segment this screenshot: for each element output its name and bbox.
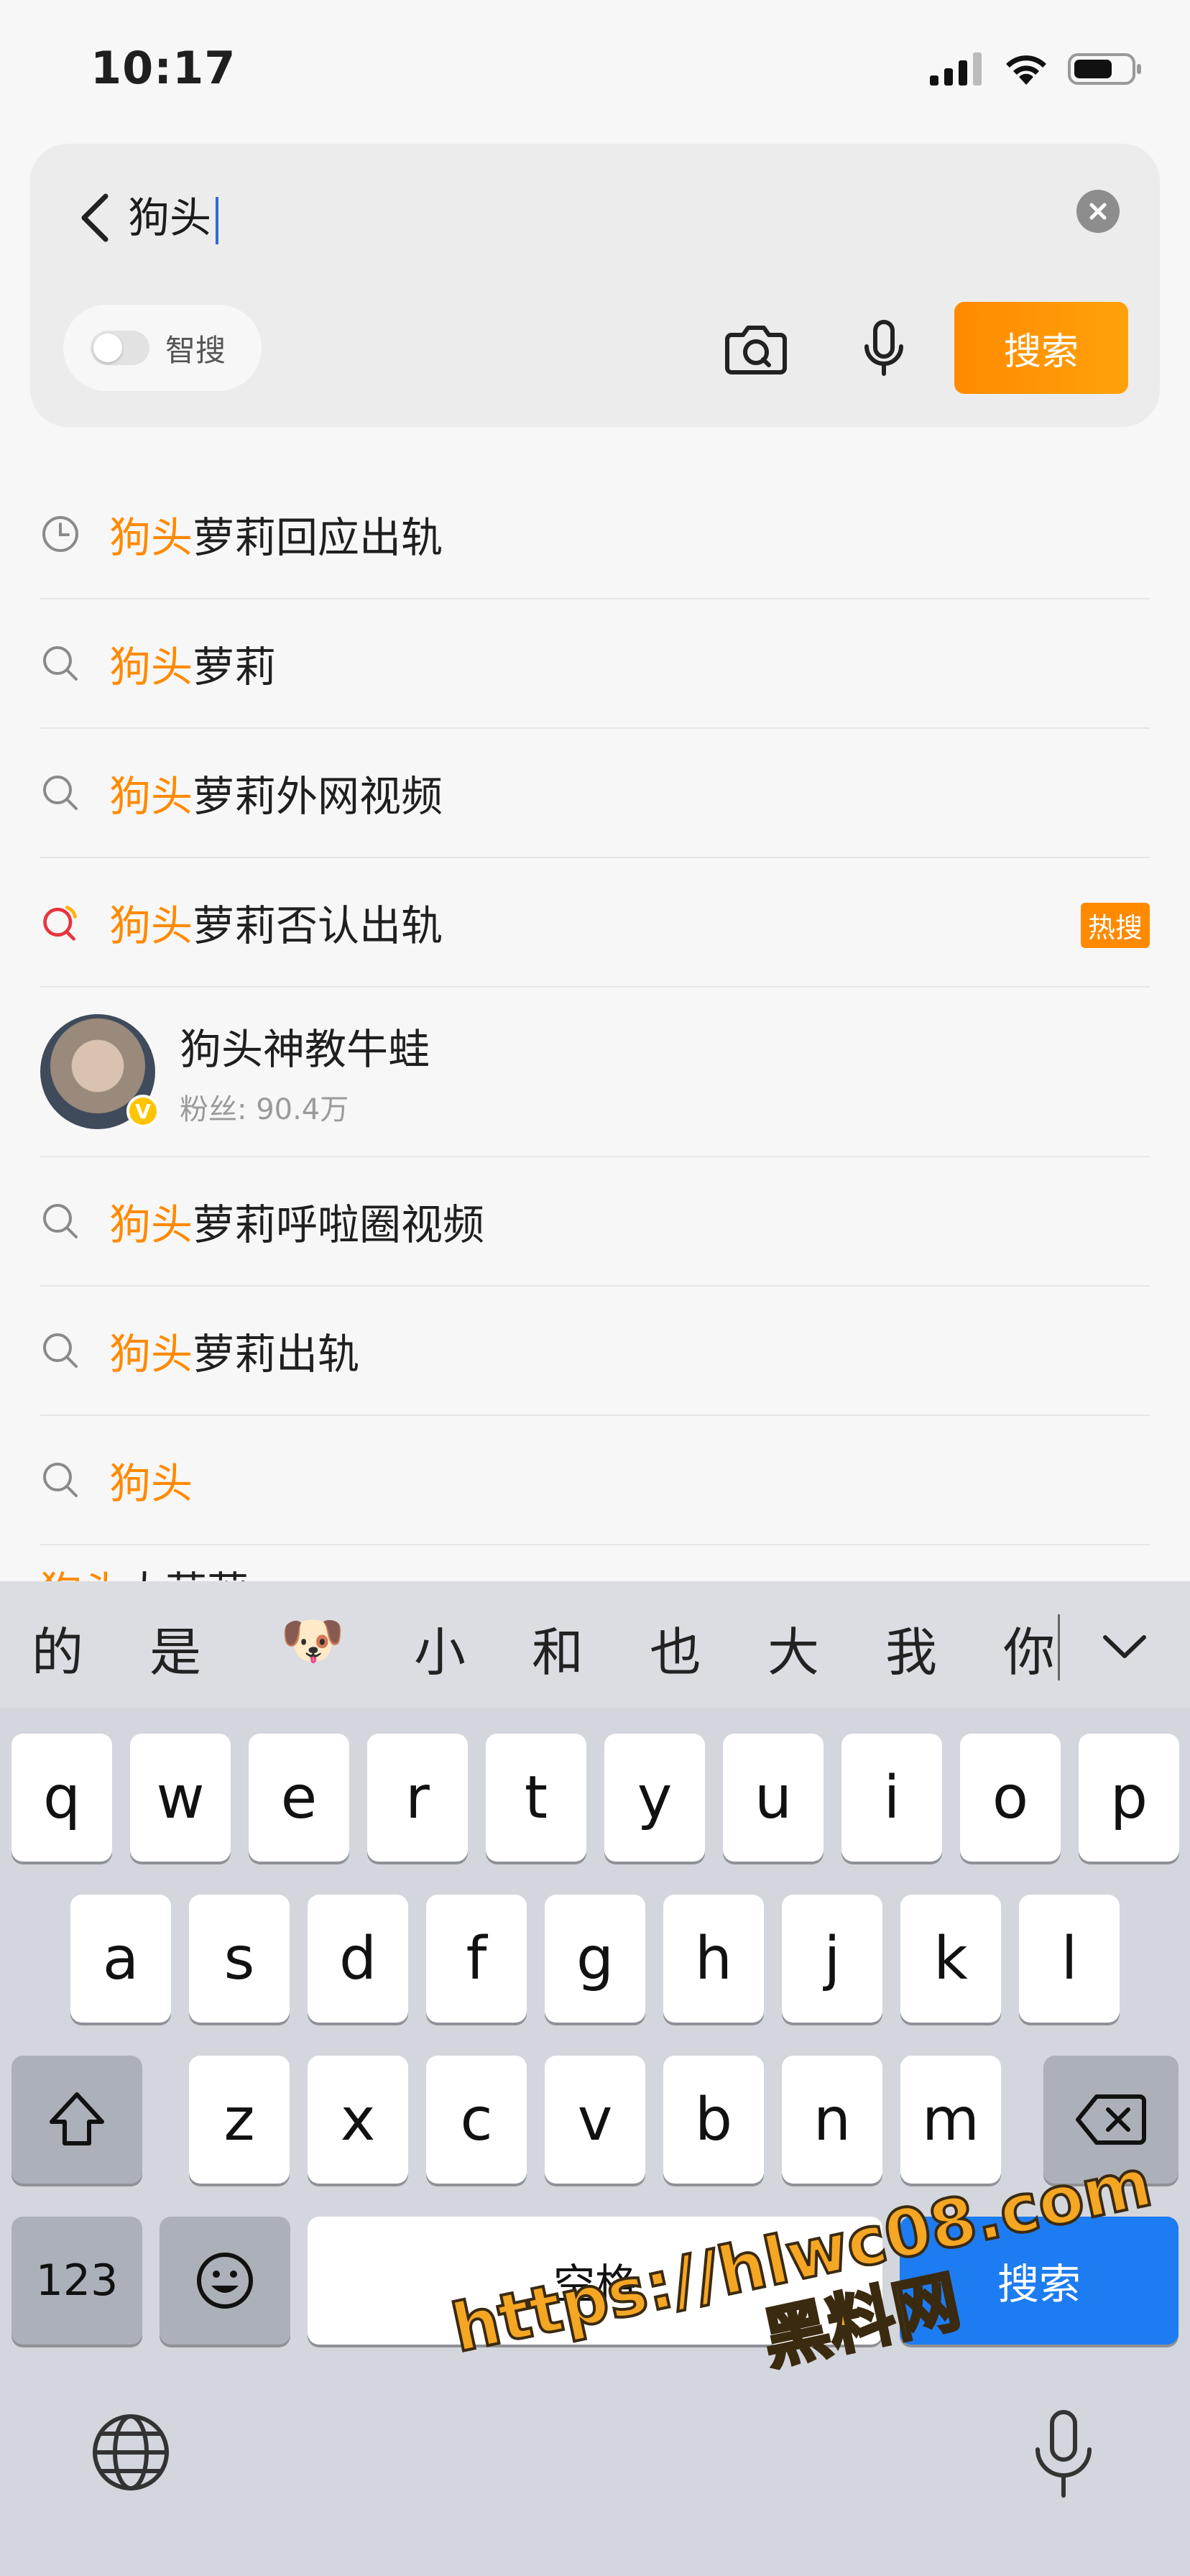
cellular-signal-icon <box>930 52 982 86</box>
smart-search-label: 智搜 <box>165 332 226 368</box>
search-query-text: 狗头 <box>128 193 212 242</box>
candidate-word[interactable]: 我 <box>885 1610 937 1685</box>
hot-badge: 热搜 <box>1080 903 1150 948</box>
camera-search-icon[interactable] <box>721 313 790 382</box>
backspace-icon <box>1076 2094 1146 2145</box>
candidate-emoji-dog[interactable]: 🐶 <box>280 1610 345 1671</box>
key-p[interactable]: p <box>1079 1734 1179 1862</box>
key-c[interactable]: c <box>426 2056 527 2184</box>
key-g[interactable]: g <box>545 1895 645 2023</box>
key-v[interactable]: v <box>545 2056 645 2184</box>
candidate-word[interactable]: 是 <box>149 1610 201 1685</box>
emoji-smiley-icon <box>197 2253 253 2309</box>
toggle-switch[interactable] <box>91 331 149 365</box>
key-i[interactable]: i <box>841 1734 942 1862</box>
hot-search-icon <box>40 902 80 942</box>
search-icon <box>40 643 80 684</box>
search-icon <box>40 1330 80 1371</box>
suggestion-text: 狗头萝莉出轨 <box>109 1330 360 1379</box>
user-suggestion-row[interactable]: V 狗头神教牛蛙 粉丝: 90.4万 <box>40 988 1150 1157</box>
clear-input-icon[interactable] <box>1076 190 1120 233</box>
user-info: 狗头神教牛蛙 粉丝: 90.4万 <box>180 1016 430 1128</box>
key-d[interactable]: d <box>308 1895 408 2023</box>
back-arrow-icon[interactable] <box>62 185 126 250</box>
key-o[interactable]: o <box>960 1734 1061 1862</box>
text-caret <box>216 196 219 244</box>
suggestion-row[interactable]: 狗头萝莉 <box>40 599 1150 729</box>
key-j[interactable]: j <box>782 1895 882 2023</box>
suggestion-text: 狗头萝莉否认出轨 <box>109 901 443 950</box>
shift-key[interactable] <box>11 2056 142 2184</box>
candidate-word[interactable]: 小 <box>414 1610 466 1685</box>
suggestion-row-hot[interactable]: 狗头萝莉否认出轨 热搜 <box>40 858 1150 988</box>
key-x[interactable]: x <box>308 2056 408 2184</box>
user-fans-count: 粉丝: 90.4万 <box>180 1093 349 1126</box>
smart-search-toggle[interactable]: 智搜 <box>63 305 262 391</box>
avatar: V <box>40 1014 160 1129</box>
key-k[interactable]: k <box>900 1895 1001 2023</box>
suggestion-list: 狗头萝莉回应出轨 狗头萝莉 狗头萝莉外网视频 狗头萝莉否认出轨 热搜 V 狗头神… <box>40 470 1150 1545</box>
suggestion-row[interactable]: 狗头萝莉回应出轨 <box>40 470 1150 599</box>
key-f[interactable]: f <box>426 1895 527 2023</box>
suggestion-row[interactable]: 狗头萝莉出轨 <box>40 1287 1150 1416</box>
key-t[interactable]: t <box>486 1734 586 1862</box>
candidate-word[interactable]: 你 <box>1003 1610 1055 1685</box>
candidate-word[interactable]: 也 <box>650 1610 701 1685</box>
history-clock-icon <box>40 514 80 554</box>
key-h[interactable]: h <box>663 1895 764 2023</box>
key-q[interactable]: q <box>11 1734 112 1862</box>
search-icon <box>40 1460 80 1500</box>
suggestion-row[interactable]: 狗头 <box>40 1416 1150 1545</box>
user-name: 狗头神教牛蛙 <box>180 1025 430 1074</box>
key-l[interactable]: l <box>1019 1895 1120 2023</box>
globe-icon[interactable] <box>89 2411 172 2494</box>
key-w[interactable]: w <box>130 1734 231 1862</box>
search-button[interactable]: 搜索 <box>954 302 1128 394</box>
toggle-knob <box>93 334 122 362</box>
emoji-key[interactable] <box>160 2217 290 2345</box>
key-e[interactable]: e <box>249 1734 349 1862</box>
suggestion-text: 狗头萝莉呼啦圈视频 <box>109 1200 485 1249</box>
key-b[interactable]: b <box>663 2056 764 2184</box>
battery-icon <box>1068 53 1141 85</box>
key-m[interactable]: m <box>900 2056 1001 2184</box>
key-a[interactable]: a <box>70 1895 171 2023</box>
key-s[interactable]: s <box>189 1895 290 2023</box>
suggestion-text: 狗头 <box>109 1459 193 1508</box>
search-input[interactable]: 狗头 <box>128 185 219 250</box>
voice-search-icon[interactable] <box>849 313 918 382</box>
status-time: 10:17 <box>91 42 236 94</box>
key-y[interactable]: y <box>604 1734 705 1862</box>
suggestion-text: 狗头萝莉外网视频 <box>109 772 443 821</box>
candidate-word[interactable]: 大 <box>767 1610 819 1685</box>
keyboard: 的 是 🐶 小 和 也 大 我 你 q w e r t y u i o p a … <box>0 1581 1190 2576</box>
key-u[interactable]: u <box>723 1734 824 1862</box>
key-n[interactable]: n <box>782 2056 882 2184</box>
wifi-icon <box>1006 55 1046 85</box>
shift-arrow-icon <box>50 2092 104 2145</box>
candidate-divider <box>1058 1614 1060 1680</box>
search-panel: 狗头 智搜 搜索 <box>30 144 1160 427</box>
dictation-mic-icon[interactable] <box>1020 2408 1107 2501</box>
key-z[interactable]: z <box>189 2056 290 2184</box>
key-r[interactable]: r <box>367 1734 468 1862</box>
search-icon <box>40 773 80 813</box>
suggestion-row[interactable]: 狗头萝莉外网视频 <box>40 729 1150 858</box>
chevron-down-icon[interactable] <box>1099 1622 1150 1672</box>
search-icon <box>40 1201 80 1241</box>
suggestion-text: 狗头萝莉 <box>109 643 277 691</box>
status-icons <box>930 52 1143 86</box>
candidate-word[interactable]: 的 <box>32 1610 83 1685</box>
numbers-key[interactable]: 123 <box>11 2217 142 2345</box>
suggestion-row[interactable]: 狗头萝莉呼啦圈视频 <box>40 1157 1150 1287</box>
candidate-word[interactable]: 和 <box>532 1610 584 1685</box>
verified-badge-icon: V <box>126 1095 160 1128</box>
candidate-bar: 的 是 🐶 小 和 也 大 我 你 <box>0 1581 1190 1708</box>
suggestion-text: 狗头萝莉回应出轨 <box>109 513 443 562</box>
